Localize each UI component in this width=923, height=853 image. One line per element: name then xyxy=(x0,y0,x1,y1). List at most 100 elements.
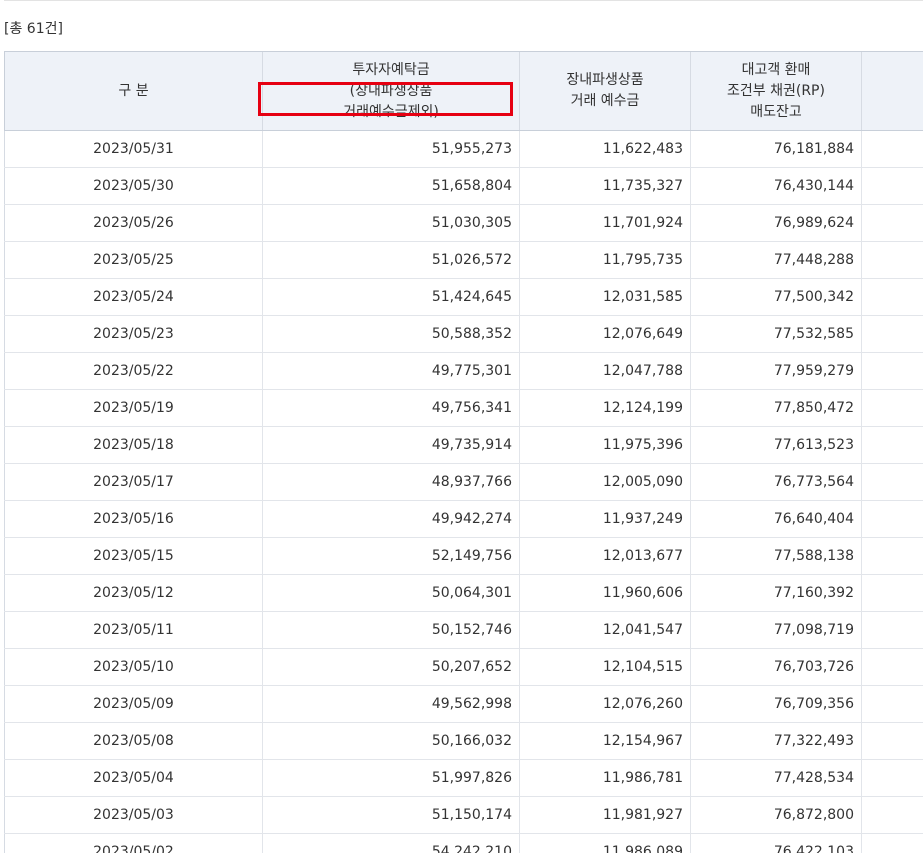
deposit-cell: 51,658,804 xyxy=(262,167,520,205)
header-derivative-deposit-line: 거래 예수금 xyxy=(570,93,640,109)
table-row: 2023/05/08 50,166,032 12,154,967 77,322,493 xyxy=(4,722,923,760)
rp-balance-cell: 77,850,472 xyxy=(690,389,862,427)
date-cell: 2023/05/19 xyxy=(4,389,263,427)
rp-balance-cell: 77,448,288 xyxy=(690,241,862,279)
date-cell: 2023/05/12 xyxy=(4,574,263,612)
derivative-cell: 11,975,396 xyxy=(519,426,691,464)
consignment-cell xyxy=(861,537,923,575)
deposit-cell: 50,064,301 xyxy=(262,574,520,612)
date-cell: 2023/05/18 xyxy=(4,426,263,464)
deposit-cell: 49,735,914 xyxy=(262,426,520,464)
table-body: 2023/05/31 51,955,273 11,622,483 76,181,884… xyxy=(4,130,923,853)
derivative-cell: 12,005,090 xyxy=(519,463,691,501)
table-row: 2023/05/09 49,562,998 12,076,260 76,709,356 xyxy=(4,685,923,723)
date-cell: 2023/05/24 xyxy=(4,278,263,316)
table-row: 2023/05/25 51,026,572 11,795,735 77,448,288 xyxy=(4,241,923,279)
consignment-cell xyxy=(861,611,923,649)
date-cell: 2023/05/11 xyxy=(4,611,263,649)
header-derivative-deposit-line: 장내파생상품 xyxy=(566,72,644,88)
consignment-cell xyxy=(861,759,923,797)
consignment-cell xyxy=(861,796,923,834)
deposit-cell: 51,030,305 xyxy=(262,204,520,242)
deposit-cell: 52,149,756 xyxy=(262,537,520,575)
rp-balance-cell: 77,160,392 xyxy=(690,574,862,612)
derivative-cell: 11,986,781 xyxy=(519,759,691,797)
deposit-table-container[interactable]: 구 분 투자자예탁금 (장내파생상품 거래예수금제외) 장내파생상품거래 예수금 대고객 … xyxy=(4,51,923,853)
rp-balance-cell: 76,709,356 xyxy=(690,685,862,723)
table-row: 2023/05/24 51,424,645 12,031,585 77,500,342 xyxy=(4,278,923,316)
table-header-row: 구 분 투자자예탁금 (장내파생상품 거래예수금제외) 장내파생상품거래 예수금 대고객 … xyxy=(4,51,923,131)
total-count: [총 61건] xyxy=(4,21,63,37)
date-cell: 2023/05/23 xyxy=(4,315,263,353)
derivative-cell: 11,937,249 xyxy=(519,500,691,538)
consignment-cell xyxy=(861,574,923,612)
date-cell: 2023/05/09 xyxy=(4,685,263,723)
deposit-cell: 48,937,766 xyxy=(262,463,520,501)
table-row: 2023/05/10 50,207,652 12,104,515 76,703,726 xyxy=(4,648,923,686)
consignment-cell xyxy=(861,130,923,168)
derivative-cell: 11,960,606 xyxy=(519,574,691,612)
deposit-cell: 49,756,341 xyxy=(262,389,520,427)
deposit-cell: 49,942,274 xyxy=(262,500,520,538)
date-cell: 2023/05/10 xyxy=(4,648,263,686)
deposit-cell: 50,166,032 xyxy=(262,722,520,760)
derivative-cell: 11,622,483 xyxy=(519,130,691,168)
derivative-cell: 12,013,677 xyxy=(519,537,691,575)
date-cell: 2023/05/15 xyxy=(4,537,263,575)
consignment-cell xyxy=(861,167,923,205)
rp-balance-cell: 77,500,342 xyxy=(690,278,862,316)
deposit-cell: 51,424,645 xyxy=(262,278,520,316)
deposit-cell: 51,026,572 xyxy=(262,241,520,279)
rp-balance-cell: 77,428,534 xyxy=(690,759,862,797)
date-cell: 2023/05/31 xyxy=(4,130,263,168)
consignment-cell xyxy=(861,278,923,316)
consignment-cell xyxy=(861,426,923,464)
consignment-cell xyxy=(861,315,923,353)
date-cell: 2023/05/30 xyxy=(4,167,263,205)
date-cell: 2023/05/25 xyxy=(4,241,263,279)
deposit-cell: 50,207,652 xyxy=(262,648,520,686)
rp-balance-cell: 77,098,719 xyxy=(690,611,862,649)
rp-balance-cell: 76,703,726 xyxy=(690,648,862,686)
header-investor-deposit-line: 투자자예탁금 xyxy=(352,61,430,78)
deposit-table: 구 분 투자자예탁금 (장내파생상품 거래예수금제외) 장내파생상품거래 예수금 대고객 … xyxy=(4,51,923,853)
table-row: 2023/05/31 51,955,273 11,622,483 76,181,884 xyxy=(4,130,923,168)
table-row: 2023/05/11 50,152,746 12,041,547 77,098,719 xyxy=(4,611,923,649)
rp-balance-cell: 76,640,404 xyxy=(690,500,862,538)
header-investor-deposit: 투자자예탁금 (장내파생상품 거래예수금제외) xyxy=(262,51,520,131)
consignment-cell xyxy=(861,500,923,538)
rp-balance-cell: 76,181,884 xyxy=(690,130,862,168)
header-consignment: 위탁 xyxy=(861,51,923,131)
deposit-cell: 51,955,273 xyxy=(262,130,520,168)
rp-balance-cell: 76,872,800 xyxy=(690,796,862,834)
date-cell: 2023/05/08 xyxy=(4,722,263,760)
rp-balance-cell: 76,430,144 xyxy=(690,167,862,205)
consignment-cell xyxy=(861,685,923,723)
rp-balance-cell: 77,588,138 xyxy=(690,537,862,575)
derivative-cell: 12,076,649 xyxy=(519,315,691,353)
deposit-cell: 50,588,352 xyxy=(262,315,520,353)
deposit-cell: 51,150,174 xyxy=(262,796,520,834)
consignment-cell xyxy=(861,833,923,853)
header-rp-balance-line: 대고객 환매 xyxy=(741,61,811,78)
consignment-cell xyxy=(861,204,923,242)
consignment-cell xyxy=(861,241,923,279)
derivative-cell: 12,124,199 xyxy=(519,389,691,427)
derivative-cell: 11,981,927 xyxy=(519,796,691,834)
derivative-cell: 12,154,967 xyxy=(519,722,691,760)
table-row: 2023/05/16 49,942,274 11,937,249 76,640,404 xyxy=(4,500,923,538)
header-category: 구 분 xyxy=(4,51,263,131)
table-row: 2023/05/15 52,149,756 12,013,677 77,588,138 xyxy=(4,537,923,575)
deposit-cell: 51,997,826 xyxy=(262,759,520,797)
table-row: 2023/05/18 49,735,914 11,975,396 77,613,523 xyxy=(4,426,923,464)
top-divider xyxy=(4,0,923,1)
table-row: 2023/05/19 49,756,341 12,124,199 77,850,472 xyxy=(4,389,923,427)
consignment-cell xyxy=(861,463,923,501)
table-row: 2023/05/22 49,775,301 12,047,788 77,959,279 xyxy=(4,352,923,390)
derivative-cell: 12,031,585 xyxy=(519,278,691,316)
derivative-cell: 12,076,260 xyxy=(519,685,691,723)
consignment-cell xyxy=(861,722,923,760)
rp-balance-cell: 77,959,279 xyxy=(690,352,862,390)
header-investor-deposit-line: 거래예수금제외) xyxy=(343,103,439,120)
header-rp-balance-line: 매도잔고 xyxy=(750,103,802,120)
